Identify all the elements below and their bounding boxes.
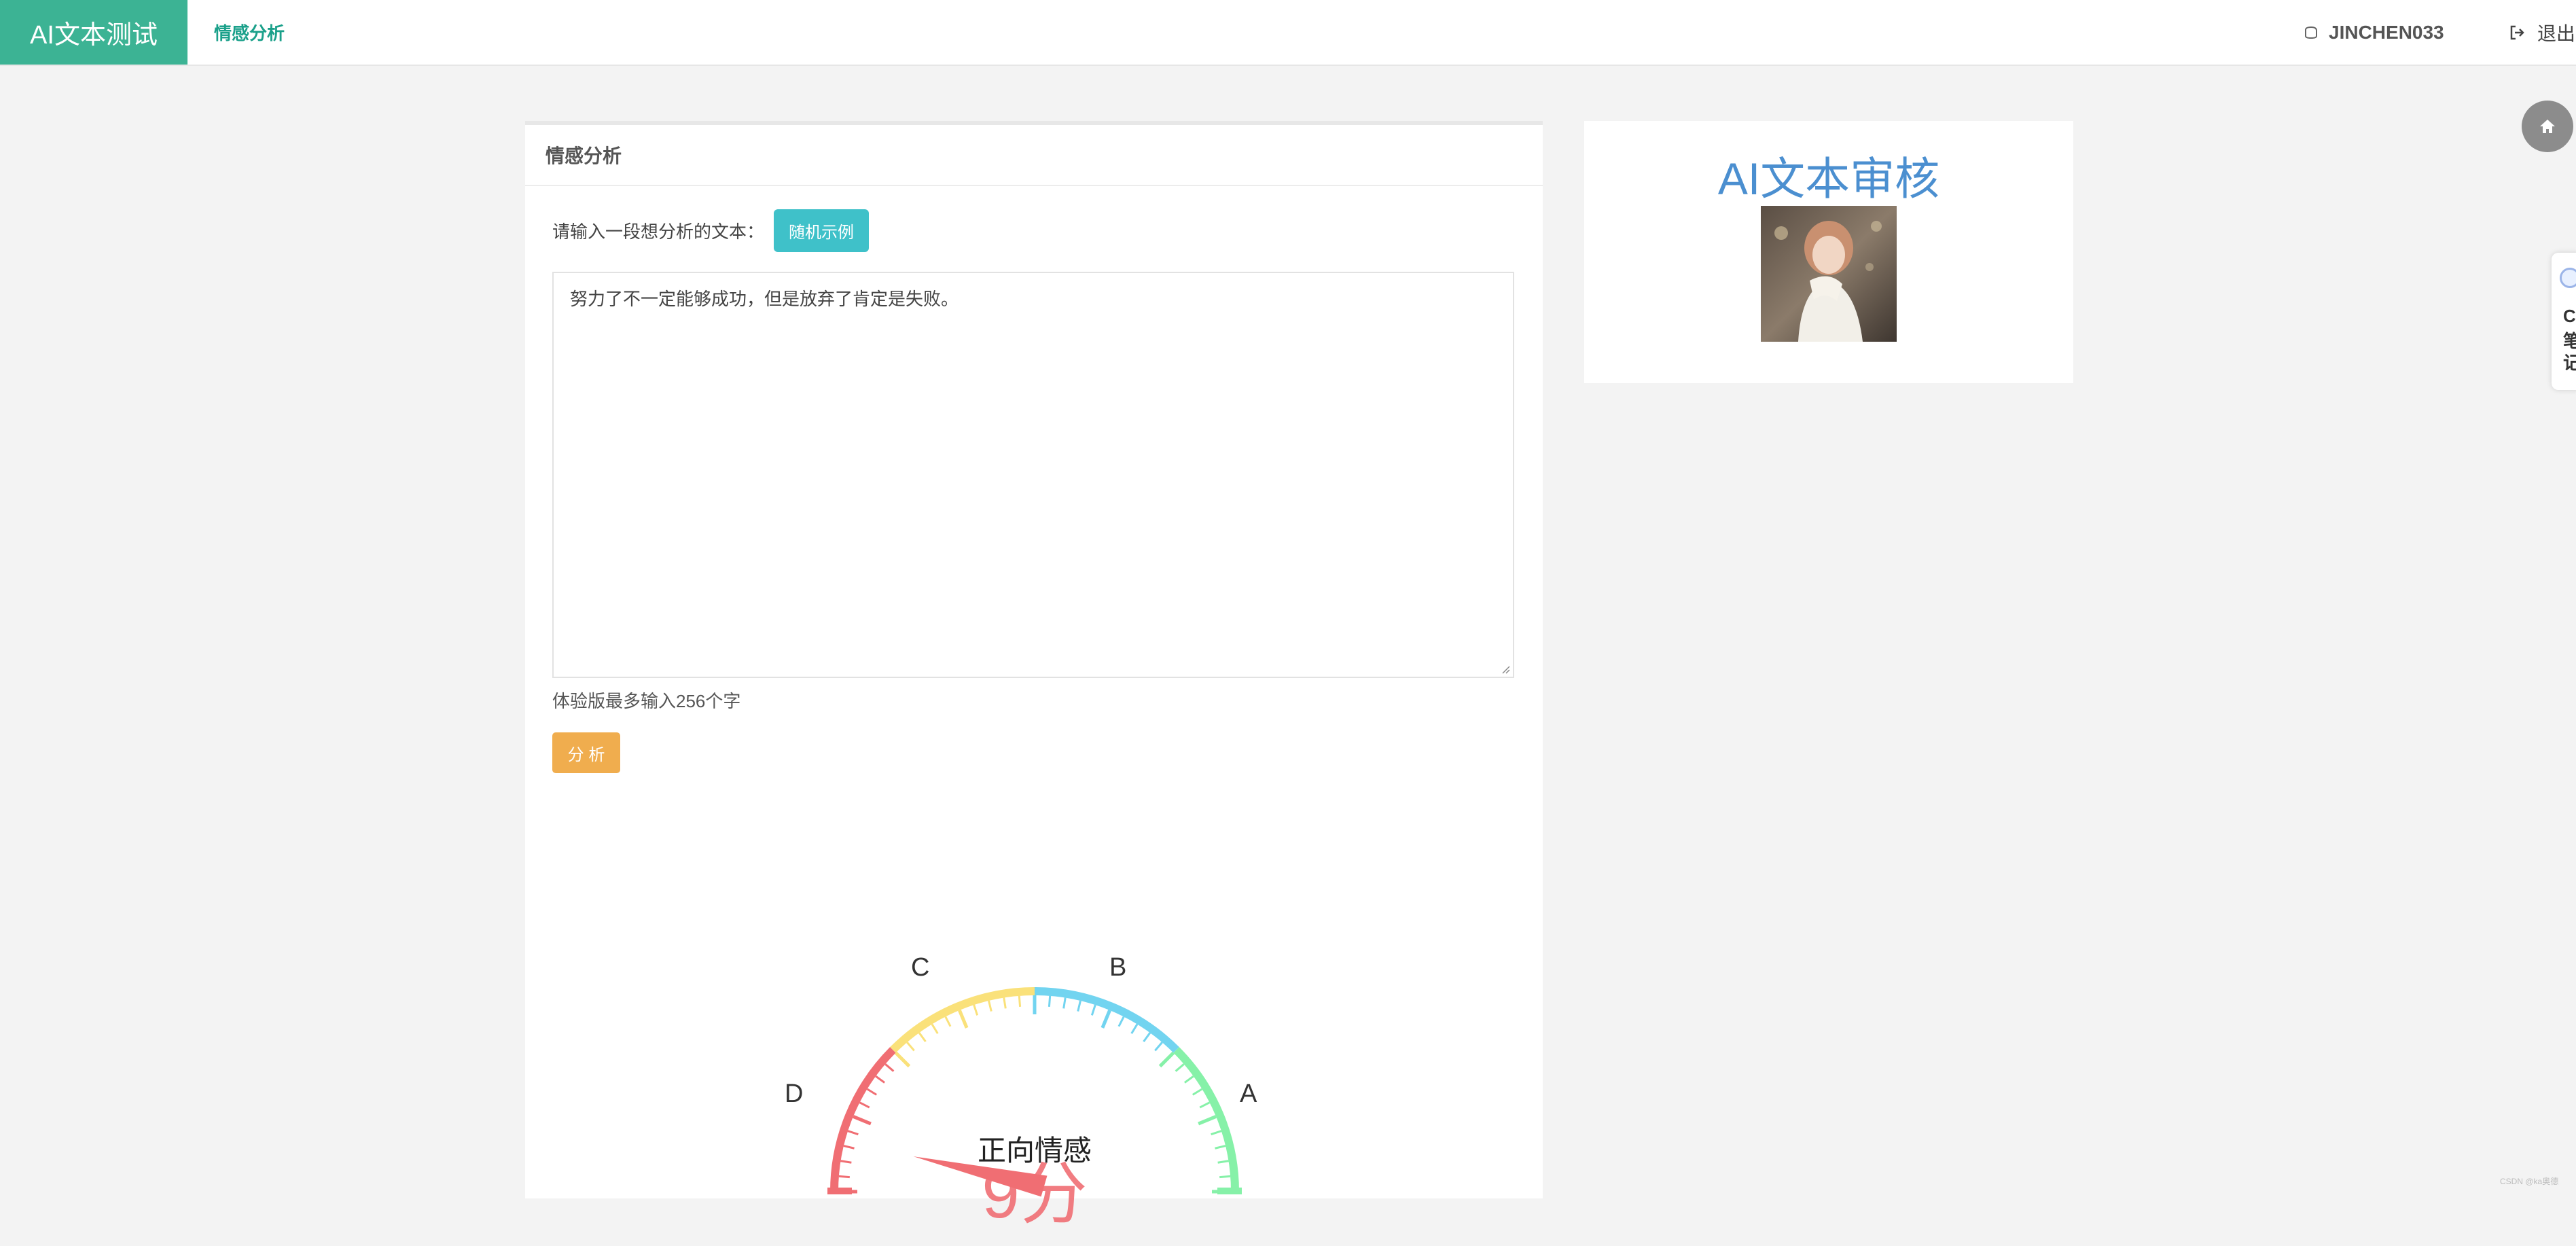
- gauge-tick: [944, 1016, 952, 1027]
- resize-grip-icon[interactable]: [1501, 664, 1510, 674]
- gauge-tick: [1219, 1175, 1231, 1179]
- username: JINCHEN033: [2329, 21, 2444, 43]
- gauge-label-a: A: [1240, 1080, 1257, 1108]
- notes-char-1: C: [2563, 306, 2576, 326]
- gauge-tick: [843, 1145, 855, 1150]
- gauge-tick: [1211, 1130, 1222, 1136]
- user-icon: [2305, 26, 2317, 39]
- gauge-tick: [988, 1000, 992, 1012]
- gauge-tick: [918, 1032, 927, 1043]
- notes-floating-card[interactable]: C 笔 记: [2552, 253, 2576, 390]
- sentiment-gauge: D C B A 9分 正向情感: [785, 953, 1257, 1232]
- notes-icon: [2560, 268, 2576, 288]
- gauge-label-b: B: [1109, 953, 1126, 982]
- gauge-tick: [838, 1175, 850, 1179]
- gauge-tick: [1192, 1088, 1203, 1096]
- gauge-tick: [1048, 995, 1052, 1007]
- gauge-label-d: D: [785, 1080, 803, 1108]
- gauge-label-c: C: [911, 953, 929, 982]
- gauge-tick: [1062, 997, 1067, 1009]
- logout-label: 退出: [2537, 22, 2576, 44]
- home-icon: [2540, 120, 2555, 133]
- gauge-tick: [1158, 1051, 1175, 1068]
- gauge-tick: [1101, 1010, 1111, 1029]
- gauge-tick: [1217, 1160, 1229, 1164]
- gauge-tick: [1130, 1023, 1139, 1035]
- gauge-tick: [1199, 1101, 1211, 1109]
- side-card: AI文本审核: [1584, 121, 2073, 383]
- home-button[interactable]: [2522, 101, 2573, 152]
- gauge-tick: [1183, 1075, 1194, 1084]
- text-input-value: 努力了不一定能够成功，但是放弃了肯定是失败。: [570, 289, 959, 309]
- gauge-tick: [875, 1075, 886, 1084]
- user-menu[interactable]: JINCHEN033: [2303, 0, 2444, 65]
- gauge-tick: [884, 1063, 895, 1072]
- gauge-tick: [859, 1101, 870, 1109]
- gauge-title: 正向情感: [978, 1135, 1092, 1167]
- gauge-tick: [853, 1115, 872, 1126]
- gauge-tick: [894, 1051, 911, 1068]
- logout-button[interactable]: 退出: [2509, 0, 2575, 65]
- gauge-tick: [1117, 1016, 1125, 1027]
- analyze-button[interactable]: 分 析: [552, 732, 620, 773]
- nav-item-sentiment[interactable]: 情感分析: [214, 0, 285, 65]
- char-limit-hint: 体验版最多输入256个字: [552, 691, 741, 711]
- top-navbar: AI文本测试 情感分析 JINCHEN033 退出: [0, 0, 2576, 66]
- watermark: CSDN @ka奥德: [2500, 1177, 2559, 1186]
- gauge-tick: [973, 1004, 979, 1016]
- gauge-tick: [840, 1160, 852, 1164]
- side-title: AI文本审核: [1717, 154, 1940, 204]
- gauge-tick: [1143, 1032, 1151, 1043]
- gauge-tick: [931, 1023, 939, 1035]
- gauge-tick: [1215, 1145, 1226, 1150]
- gauge-tick: [1018, 995, 1022, 1007]
- sentiment-panel: 情感分析 请输入一段想分析的文本： 随机示例 努力了不一定能够成功，但是放弃了肯…: [525, 121, 1543, 1232]
- logout-icon: [2510, 25, 2524, 39]
- profile-photo: [1761, 206, 1897, 342]
- random-example-button[interactable]: 随机示例: [774, 209, 870, 252]
- gauge-tick: [1090, 1004, 1096, 1016]
- prompt-row: 请输入一段想分析的文本： 随机示例: [552, 209, 870, 252]
- prompt-label: 请输入一段想分析的文本：: [552, 221, 765, 242]
- text-input[interactable]: 努力了不一定能够成功，但是放弃了肯定是失败。: [552, 272, 1514, 678]
- gauge-tick: [866, 1088, 878, 1096]
- gauge-tick: [1154, 1042, 1163, 1052]
- gauge-tick: [958, 1010, 969, 1029]
- panel-title: 情感分析: [525, 125, 1543, 186]
- gauge-tick: [1077, 1000, 1081, 1012]
- gauge-tick: [1198, 1115, 1217, 1126]
- gauge-tick: [1003, 997, 1007, 1009]
- gauge-tick: [1175, 1063, 1185, 1072]
- notes-char-3: 记: [2563, 353, 2576, 373]
- gauge-tick: [847, 1130, 859, 1136]
- gauge-tick: [906, 1042, 915, 1052]
- brand-logo[interactable]: AI文本测试: [0, 0, 187, 65]
